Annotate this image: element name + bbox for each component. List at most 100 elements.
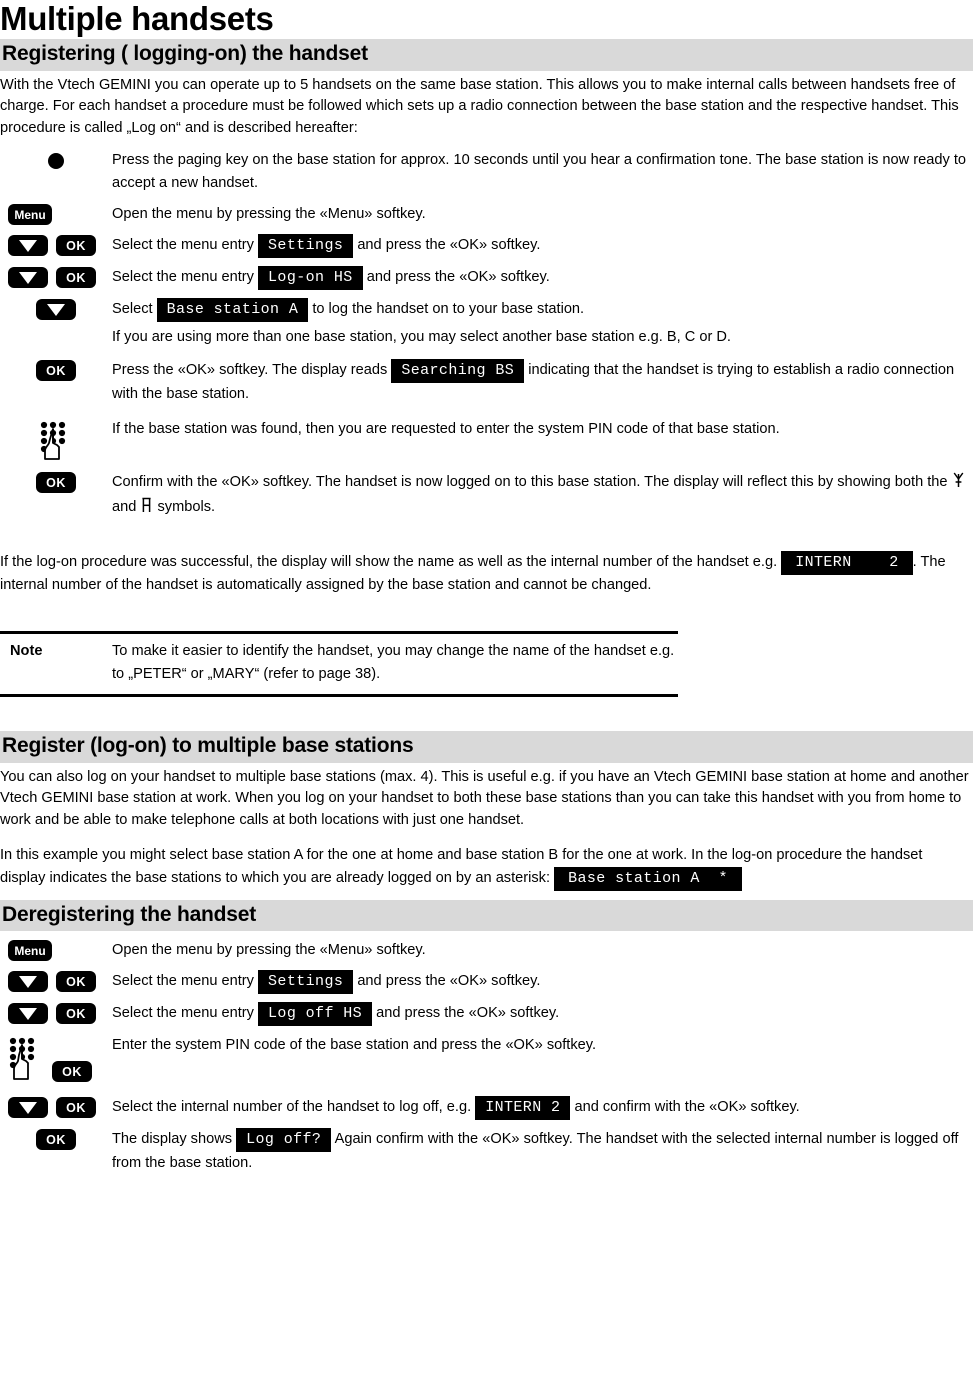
list-item: OK Select the menu entry Settings and pr… — [0, 234, 973, 259]
step-icon-group: Menu — [0, 939, 112, 962]
step-text: Press the paging key on the base station… — [112, 152, 966, 192]
list-item: OK Select the internal number of the han… — [0, 1096, 973, 1121]
down-arrow-key-icon[interactable] — [8, 235, 48, 257]
keypad-hand-icon — [4, 1035, 46, 1081]
step-sub-text: If you are using more than one base stat… — [112, 329, 731, 346]
step-text-before: Select the internal number of the handse… — [112, 1099, 472, 1116]
paragraph-text-before: In this example you might select base st… — [0, 847, 923, 886]
step-icon-group: OK — [0, 266, 112, 289]
note-text: To make it easier to identify the handse… — [112, 642, 675, 682]
step-text: Select the menu entry Settings and press… — [112, 970, 973, 995]
page-title: Multiple handsets — [0, 0, 274, 37]
lcd-display-chip: Base station A * — [554, 866, 742, 891]
closing-text-before: If the log-on procedure was successful, … — [0, 554, 778, 571]
ok-key-icon[interactable]: OK — [36, 360, 76, 382]
step-icon-group: OK — [0, 1096, 112, 1119]
down-arrow-key-icon[interactable] — [8, 1003, 48, 1025]
step-text: Open the menu by pressing the «Menu» sof… — [112, 942, 426, 959]
step-icon-group: OK — [0, 1128, 112, 1151]
lcd-display-chip: Log-on HS — [258, 266, 363, 291]
section-heading-registering: Registering ( logging-on) the handset — [0, 39, 973, 71]
lcd-display-chip: Settings — [258, 970, 354, 995]
lcd-display-chip: Base station A — [156, 298, 309, 323]
step-icon-group: OK — [0, 1002, 112, 1025]
lcd-display-chip: Log off? — [236, 1128, 332, 1153]
ok-key-icon[interactable]: OK — [56, 235, 96, 257]
lcd-display-chip: Searching BS — [391, 359, 525, 384]
down-arrow-key-icon[interactable] — [8, 267, 48, 289]
multiple-base-paragraph-1: You can also log on your handset to mult… — [0, 768, 969, 828]
step-text: Confirm with the «OK» softkey. The hands… — [112, 471, 973, 521]
step-text-after: to log the handset on to your base stati… — [312, 301, 585, 318]
step-text: Open the menu by pressing the «Menu» sof… — [112, 206, 426, 223]
list-item: OK Select the menu entry Log-on HS and p… — [0, 266, 973, 291]
lcd-display-chip: Log off HS — [258, 1002, 373, 1027]
section-heading-deregistering: Deregistering the handset — [0, 899, 973, 932]
list-item: OK Confirm with the «OK» softkey. The ha… — [0, 471, 973, 521]
step-text-before: Select the menu entry — [112, 1005, 254, 1022]
step-icon-group — [0, 418, 112, 463]
list-item: OK Press the «OK» softkey. The display r… — [0, 359, 973, 406]
ok-key-icon[interactable]: OK — [56, 1097, 96, 1119]
step-text: Select the menu entry Log off HS and pre… — [112, 1002, 973, 1027]
section-heading-multiple-base-stations: Register (log-on) to multiple base stati… — [0, 730, 973, 763]
list-item: Press the paging key on the base station… — [0, 149, 973, 195]
step-text-after: and press the «OK» softkey. — [357, 973, 541, 990]
battery-symbol-icon — [141, 497, 152, 521]
step-icon-group: OK — [0, 1034, 112, 1083]
ok-key-icon[interactable]: OK — [52, 1061, 92, 1083]
down-arrow-key-icon[interactable] — [8, 971, 48, 993]
step-text: Select Base station A to log the handset… — [112, 298, 973, 349]
list-item: OK The display shows Log off? Again conf… — [0, 1128, 973, 1175]
multiple-base-paragraph-2: In this example you might select base st… — [0, 845, 973, 891]
step-icon-group — [0, 298, 112, 321]
list-item: OK Select the menu entry Settings and pr… — [0, 970, 973, 995]
registering-intro-paragraph: With the Vtech GEMINI you can operate up… — [0, 76, 959, 136]
menu-key-icon[interactable]: Menu — [8, 204, 52, 226]
step-text: The display shows Log off? Again confirm… — [112, 1128, 973, 1175]
list-item: If the base station was found, then you … — [0, 418, 973, 463]
step-text: Press the «OK» softkey. The display read… — [112, 359, 973, 406]
step-text-after: and confirm with the «OK» softkey. — [574, 1099, 800, 1116]
step-text-before: Select the menu entry — [112, 237, 254, 254]
deregistering-steps-list: Menu Open the menu by pressing the «Menu… — [0, 939, 973, 1175]
down-arrow-key-icon[interactable] — [36, 299, 76, 321]
paging-key-bullet-icon[interactable] — [48, 153, 64, 170]
step-text-after: and press the «OK» softkey. — [357, 237, 541, 254]
lcd-display-chip: INTERN 2 — [475, 1096, 571, 1121]
down-arrow-key-icon[interactable] — [8, 1097, 48, 1119]
registering-closing-paragraph: If the log-on procedure was successful, … — [0, 551, 973, 597]
lcd-display-chip: INTERN 2 — [781, 551, 913, 576]
step-text-before: Select the menu entry — [112, 973, 254, 990]
ok-key-icon[interactable]: OK — [56, 1003, 96, 1025]
list-item: OK Select the menu entry Log off HS and … — [0, 1002, 973, 1027]
keypad-hand-icon — [35, 419, 77, 463]
step-text: Select the menu entry Log-on HS and pres… — [112, 266, 973, 291]
step-text-after: and press the «OK» softkey. — [376, 1005, 560, 1022]
step-text: Select the menu entry Settings and press… — [112, 234, 973, 259]
lcd-display-chip: Settings — [258, 234, 354, 259]
document-page: Multiple handsets Registering ( logging-… — [0, 0, 973, 1393]
ok-key-icon[interactable]: OK — [36, 1129, 76, 1151]
list-item: OK Enter the system PIN code of the base… — [0, 1034, 973, 1083]
step-icon-group — [0, 149, 112, 170]
menu-key-icon[interactable]: Menu — [8, 940, 52, 962]
ok-key-icon[interactable]: OK — [56, 267, 96, 289]
ok-key-icon[interactable]: OK — [36, 472, 76, 494]
step-text: If the base station was found, then you … — [112, 421, 780, 438]
step-text-after: symbols. — [157, 499, 216, 516]
step-text-before: Select — [112, 301, 153, 318]
step-icon-group: OK — [0, 471, 112, 494]
ok-key-icon[interactable]: OK — [56, 971, 96, 993]
list-item: Select Base station A to log the handset… — [0, 298, 973, 349]
list-item: Menu Open the menu by pressing the «Menu… — [0, 203, 973, 226]
step-text-after: and press the «OK» softkey. — [366, 269, 550, 286]
antenna-symbol-icon — [953, 472, 964, 496]
step-icon-group: OK — [0, 359, 112, 382]
step-text-before: Confirm with the «OK» softkey. The hands… — [112, 474, 948, 491]
step-text: Select the internal number of the handse… — [112, 1096, 973, 1121]
note-box: Note To make it easier to identify the h… — [0, 630, 678, 697]
list-item: Menu Open the menu by pressing the «Menu… — [0, 939, 973, 962]
step-text: Enter the system PIN code of the base st… — [112, 1037, 597, 1054]
step-text-before: The display shows — [112, 1131, 233, 1148]
